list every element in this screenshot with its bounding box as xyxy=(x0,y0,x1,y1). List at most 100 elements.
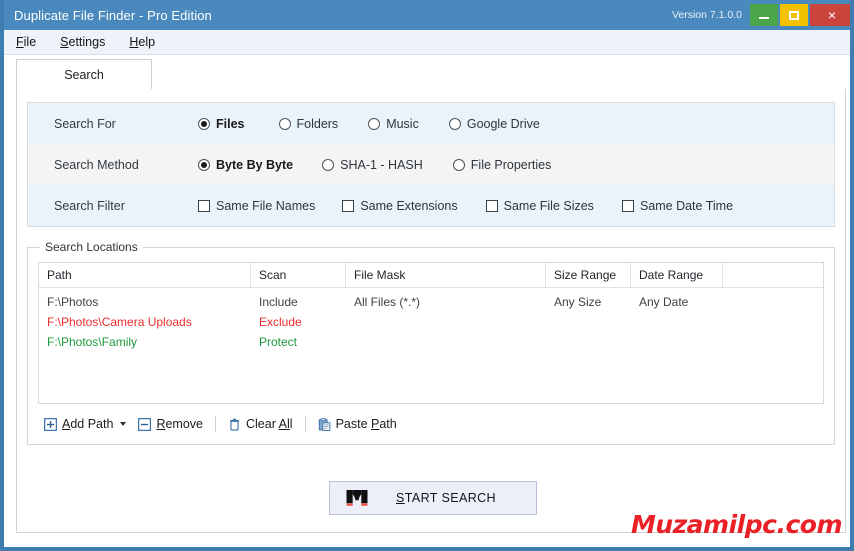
radio-method-file-properties[interactable]: File Properties xyxy=(452,157,552,172)
radio-method-byte-by-byte[interactable]: Byte By Byte xyxy=(198,158,293,172)
checkbox-label: Same Date Time xyxy=(639,198,734,213)
checkbox-same-date-time[interactable]: Same Date Time xyxy=(621,198,734,213)
title-bar: Duplicate File Finder - Pro Edition Vers… xyxy=(4,0,850,30)
cell-file-mask xyxy=(346,332,546,352)
table-row[interactable]: F:\Photos\Family Protect xyxy=(39,332,823,352)
checkbox-icon xyxy=(485,199,498,212)
paste-path-label: Paste Path xyxy=(335,417,397,431)
minimize-button[interactable] xyxy=(750,4,778,26)
radio-icon xyxy=(452,158,465,171)
clear-all-button[interactable]: Clear All xyxy=(222,415,299,433)
radio-icon xyxy=(368,117,381,130)
cell-size-range xyxy=(546,312,631,332)
checkbox-same-extensions[interactable]: Same Extensions xyxy=(342,198,458,213)
cell-size-range xyxy=(546,332,631,352)
paste-path-button[interactable]: Paste Path xyxy=(312,415,403,433)
search-locations-table[interactable]: Path Scan File Mask Size Range Date Rang… xyxy=(38,262,824,404)
start-search-label: START SEARCH xyxy=(396,491,496,505)
toolbar-separator xyxy=(304,416,306,432)
search-locations-toolbar: Add Path Remove Clear All Paste Path xyxy=(38,412,403,436)
maximize-button[interactable] xyxy=(780,4,808,26)
cell-file-mask xyxy=(346,312,546,332)
radio-search-for-folders[interactable]: Folders xyxy=(278,116,339,131)
version-label: Version 7.1.0.0 xyxy=(671,9,742,21)
search-filter-row: Search Filter Same File Names Same Exten… xyxy=(28,185,834,226)
radio-icon-selected xyxy=(198,117,210,130)
radio-label: Byte By Byte xyxy=(216,157,294,172)
column-header-scan[interactable]: Scan xyxy=(251,263,346,287)
search-options-group: Search For Files Folders Music Google Dr… xyxy=(27,102,835,227)
start-search-button[interactable]: START SEARCH xyxy=(329,481,537,515)
close-icon: × xyxy=(827,7,837,23)
radio-icon xyxy=(278,117,291,130)
window-title: Duplicate File Finder - Pro Edition xyxy=(14,7,212,23)
checkbox-same-file-names[interactable]: Same File Names xyxy=(198,199,315,213)
close-button[interactable]: × xyxy=(810,4,850,26)
search-for-row: Search For Files Folders Music Google Dr… xyxy=(28,103,834,144)
radio-search-for-files[interactable]: Files xyxy=(198,117,245,131)
column-header-spacer xyxy=(723,263,823,287)
maximize-icon xyxy=(789,10,799,20)
plus-box-icon xyxy=(44,417,57,431)
radio-label: Google Drive xyxy=(466,116,540,131)
menu-item-settings[interactable]: Settings xyxy=(48,33,117,51)
radio-label: Folders xyxy=(296,116,339,131)
checkbox-label: Same File Sizes xyxy=(503,198,594,213)
chevron-down-icon[interactable] xyxy=(120,422,127,426)
radio-search-for-music[interactable]: Music xyxy=(368,117,419,131)
cell-scan: Exclude xyxy=(259,315,302,329)
radio-label: Music xyxy=(386,116,419,131)
remove-button[interactable]: Remove xyxy=(132,415,209,433)
column-header-size-range[interactable]: Size Range xyxy=(546,263,631,287)
checkbox-icon xyxy=(621,199,634,212)
cell-scan: Include xyxy=(259,295,298,309)
tab-search-label: Search xyxy=(64,68,104,82)
remove-label: Remove xyxy=(156,417,203,431)
search-tab-panel: Search For Files Folders Music Google Dr… xyxy=(16,89,846,533)
column-header-date-range[interactable]: Date Range xyxy=(631,263,723,287)
column-header-file-mask[interactable]: File Mask xyxy=(346,263,546,287)
radio-icon xyxy=(448,117,461,130)
cell-path: F:\Photos\Camera Uploads xyxy=(47,315,192,329)
table-header-row: Path Scan File Mask Size Range Date Rang… xyxy=(39,263,823,288)
checkbox-icon xyxy=(342,199,355,212)
title-bar-right: Version 7.1.0.0 × xyxy=(671,0,850,30)
cell-date-range xyxy=(631,312,723,332)
trash-icon xyxy=(230,418,239,431)
checkbox-same-file-sizes[interactable]: Same File Sizes xyxy=(485,198,594,213)
clear-all-label: Clear All xyxy=(246,417,293,431)
binoculars-icon xyxy=(346,490,368,506)
search-method-row: Search Method Byte By Byte SHA-1 - HASH … xyxy=(28,144,834,185)
menu-bar: File Settings Help xyxy=(4,30,850,55)
column-header-path[interactable]: Path xyxy=(39,263,251,287)
cell-path: F:\Photos xyxy=(47,295,99,309)
cell-path: F:\Photos\Family xyxy=(47,335,138,349)
checkbox-icon xyxy=(198,199,210,212)
radio-label: Files xyxy=(216,116,245,131)
cell-scan: Protect xyxy=(259,335,298,349)
toolbar-separator xyxy=(215,416,216,432)
radio-icon-selected xyxy=(198,158,210,171)
menu-item-file[interactable]: File xyxy=(4,33,48,51)
radio-label: SHA-1 - HASH xyxy=(340,157,423,172)
radio-search-for-google-drive[interactable]: Google Drive xyxy=(448,116,540,131)
cell-size-range: Any Size xyxy=(554,295,602,309)
table-row[interactable]: F:\Photos\Camera Uploads Exclude xyxy=(39,312,823,332)
radio-label: File Properties xyxy=(470,157,552,172)
radio-icon xyxy=(322,158,335,171)
cell-date-range xyxy=(631,332,723,352)
add-path-button[interactable]: Add Path xyxy=(38,415,132,433)
checkbox-label: Same Extensions xyxy=(360,198,458,213)
table-row[interactable]: F:\Photos Include All Files (*.*) Any Si… xyxy=(39,292,823,312)
radio-method-sha1-hash[interactable]: SHA-1 - HASH xyxy=(322,158,423,172)
search-locations-group: Search Locations Path Scan File Mask Siz… xyxy=(27,240,835,445)
add-path-label: Add Path xyxy=(62,417,114,431)
cell-file-mask: All Files (*.*) xyxy=(354,295,421,309)
menu-item-help[interactable]: Help xyxy=(117,33,167,51)
search-for-label: Search For xyxy=(54,116,116,131)
clipboard-icon xyxy=(318,417,330,431)
tab-search[interactable]: Search xyxy=(16,59,152,90)
application-window: Duplicate File Finder - Pro Edition Vers… xyxy=(0,0,854,551)
search-method-label: Search Method xyxy=(54,157,139,172)
watermark-text: Muzamilpc.com xyxy=(630,510,843,539)
